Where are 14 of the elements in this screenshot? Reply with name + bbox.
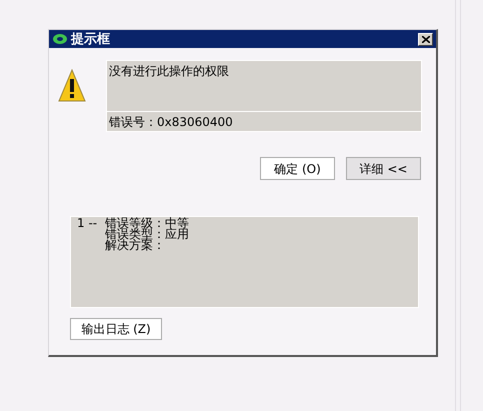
window-title: 提示框: [71, 32, 110, 46]
details-button[interactable]: 详细 <<: [346, 157, 421, 180]
logo-icon: [52, 33, 68, 45]
warning-icon: [58, 69, 86, 103]
export-log-button[interactable]: 输出日志 (Z): [70, 318, 162, 340]
detail-line: 解决方案：: [105, 240, 166, 251]
detail-line: 错误等级：中等: [105, 218, 190, 229]
message-text: 没有进行此操作的权限: [107, 61, 421, 112]
entry-number: 1 --: [77, 218, 98, 232]
detail-line: 错误类型：应用: [105, 229, 190, 240]
ok-button[interactable]: 确定 (O): [260, 157, 335, 180]
error-code: 错误号：0x83060400: [108, 114, 234, 131]
close-button[interactable]: [418, 32, 433, 46]
close-icon: [422, 36, 430, 42]
